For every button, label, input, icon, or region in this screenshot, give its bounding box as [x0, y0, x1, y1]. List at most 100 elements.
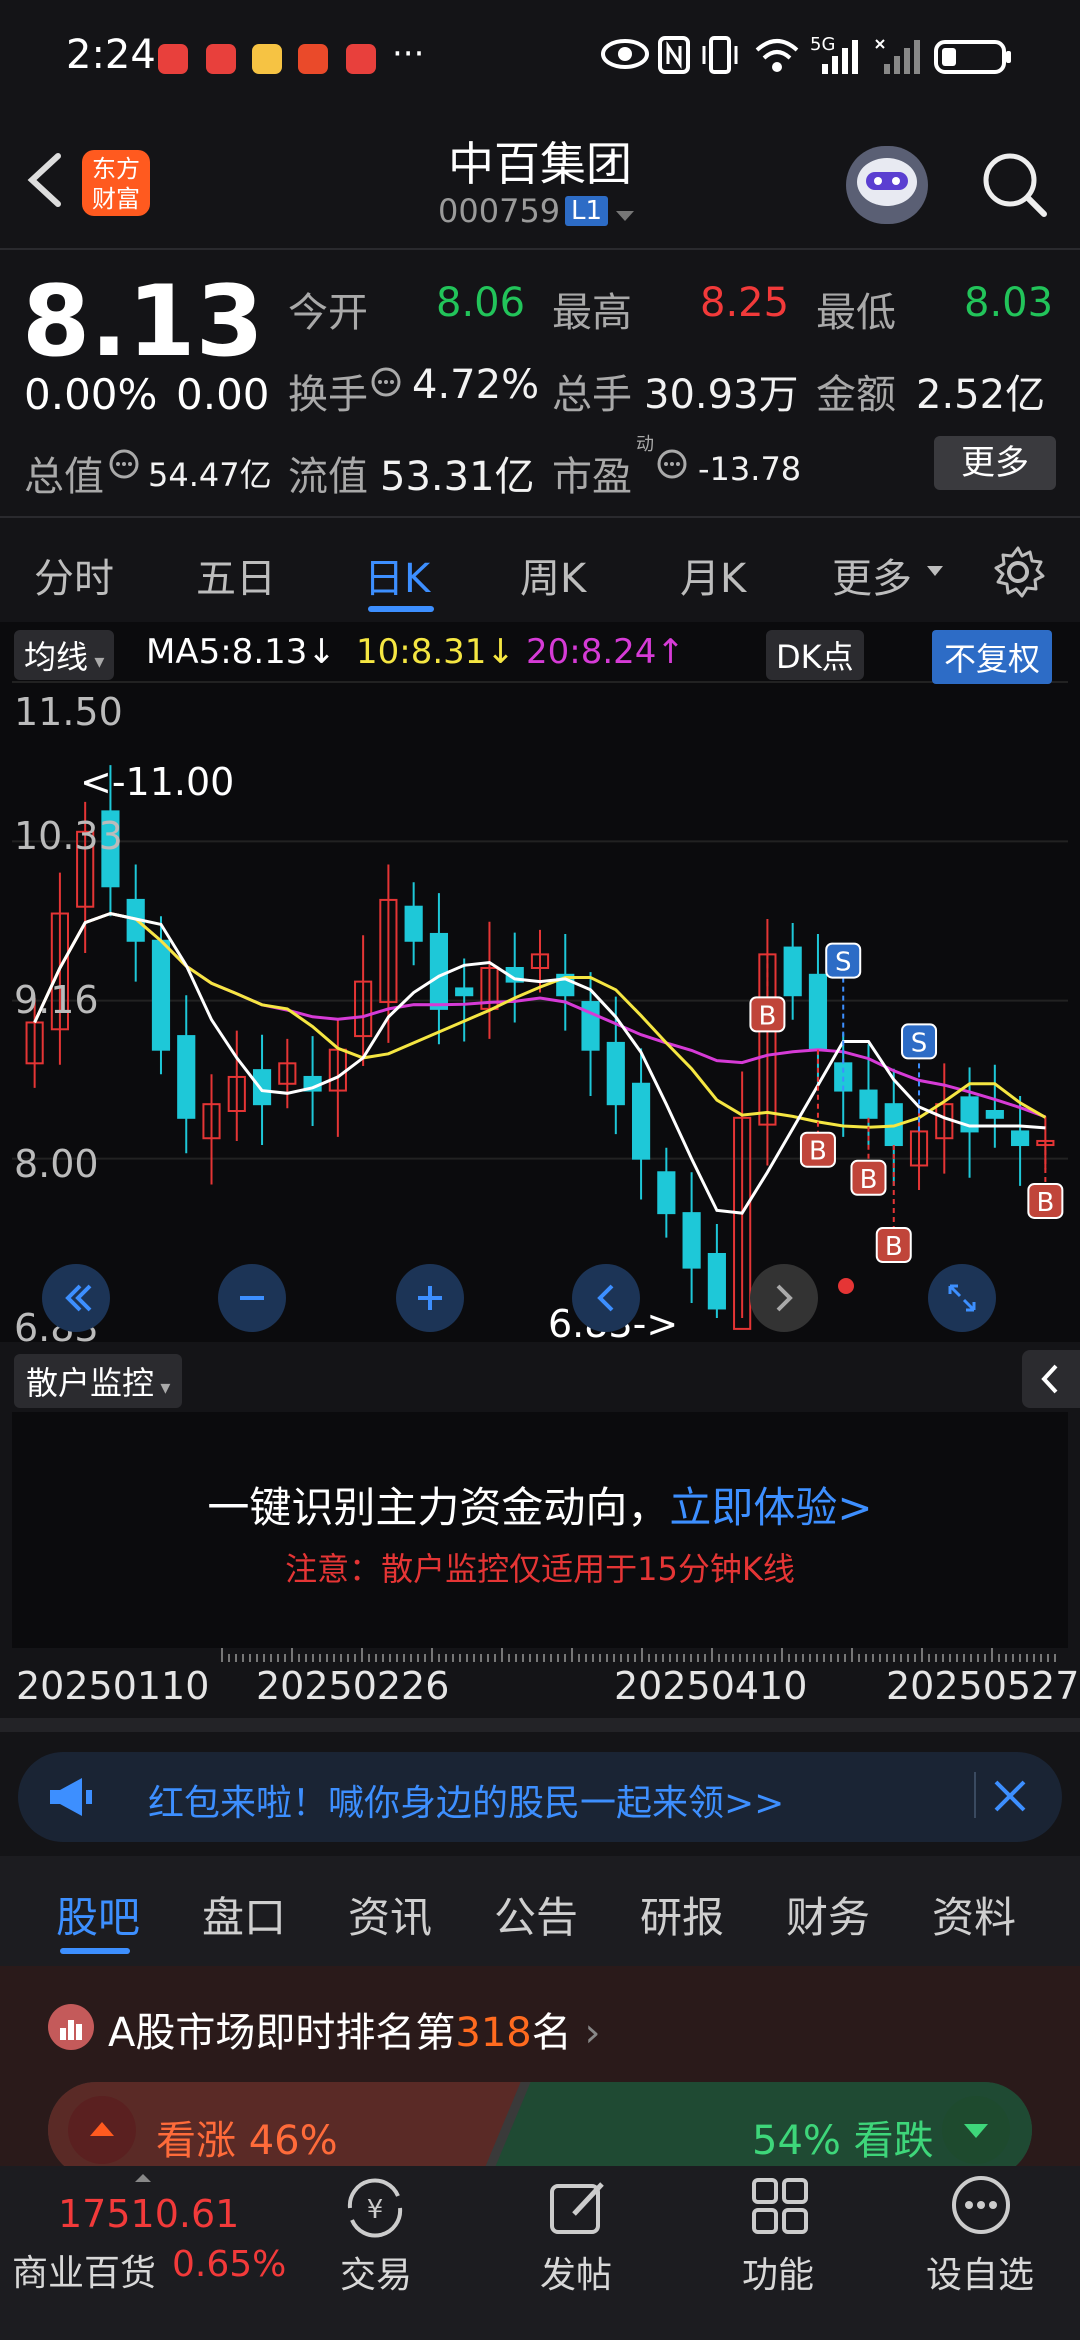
bullish-button[interactable] [68, 2096, 136, 2168]
nav-add-watchlist[interactable]: 设自选 [926, 2246, 1034, 2298]
tab-more[interactable]: 更多 [832, 546, 912, 604]
pe-dynamic-sup: 动 [636, 434, 654, 455]
tab-daily-k[interactable]: 日K [364, 546, 430, 604]
nav-trade[interactable]: 交易 [340, 2246, 412, 2298]
sector-name[interactable]: 商业百货 [12, 2244, 156, 2296]
volume-label: 总手 [552, 372, 632, 418]
more-circle-icon[interactable] [950, 2174, 1012, 2240]
zoom-out-icon[interactable] [218, 1264, 286, 1336]
date-label: 20250410 [614, 1664, 808, 1708]
high-label: 最高 [552, 290, 632, 336]
next-icon[interactable] [750, 1264, 818, 1336]
info-icon[interactable] [656, 448, 688, 484]
latest-dot [838, 1278, 854, 1294]
close-icon[interactable] [990, 1776, 1030, 1820]
prev-icon[interactable] [572, 1264, 640, 1336]
search-icon[interactable] [980, 150, 1050, 224]
signal-icon [874, 36, 924, 80]
bearish-button[interactable] [942, 2096, 1010, 2168]
bearish-label: 54% 看跌 [752, 2118, 934, 2164]
dk-point-toggle[interactable]: DK点 [766, 630, 864, 680]
y-tick: 8.00 [14, 1142, 99, 1186]
market-cap-value: 54.47亿 [148, 456, 272, 494]
eye-icon [600, 34, 650, 78]
vibrate-icon [700, 36, 740, 78]
candle-body [252, 1069, 272, 1106]
ranking-suffix: 名 [531, 2010, 572, 2056]
bullish-label: 看涨 46% [156, 2118, 338, 2164]
open-label: 今开 [288, 290, 368, 336]
collapse-panel-icon[interactable] [1022, 1350, 1080, 1408]
candle-body [429, 932, 449, 1010]
retail-promo-text: 一键识别主力资金动向， [207, 1483, 670, 1532]
kline-chart-area[interactable]: B B B B B S S [0, 622, 1080, 1342]
float-cap-label: 流值 [288, 454, 368, 500]
banner-divider [974, 1772, 976, 1818]
nav-functions[interactable]: 功能 [742, 2246, 814, 2298]
low-label: 最低 [816, 290, 896, 336]
candle-body [455, 987, 474, 997]
chevron-down-icon[interactable] [614, 208, 636, 227]
low-value: 8.03 [964, 280, 1054, 326]
tab-weekly-k[interactable]: 周K [520, 546, 586, 604]
tab-profile[interactable]: 资料 [932, 1884, 1016, 1945]
sector-change: 0.65% [172, 2244, 287, 2285]
info-tab-indicator [60, 1948, 130, 1954]
signal-5g-icon [812, 36, 860, 80]
wifi-icon [754, 36, 800, 78]
date-label: 20250226 [256, 1664, 450, 1708]
tab-order-book[interactable]: 盘口 [202, 1884, 286, 1945]
market-cap-label: 总值 [24, 454, 104, 500]
caret-up-icon [134, 2168, 152, 2187]
assistant-robot-avatar[interactable] [846, 146, 928, 224]
tab-guba[interactable]: 股吧 [56, 1884, 140, 1945]
retail-monitor-select[interactable]: 散户监控 ▾ [14, 1354, 183, 1408]
functions-icon[interactable] [750, 2176, 810, 2240]
huawei-app-icon-2 [346, 44, 376, 74]
rewind-icon[interactable] [42, 1264, 110, 1336]
candle-body [657, 1171, 676, 1215]
level-badge[interactable]: L1 [565, 196, 609, 226]
ma-select-label: 均线 [24, 638, 89, 676]
try-now-link[interactable]: 立即体验> [669, 1483, 872, 1532]
open-value: 8.06 [436, 280, 526, 326]
amount-label: 金额 [816, 372, 896, 418]
sector-index-value[interactable]: 17510.61 [58, 2192, 239, 2236]
app-notification-icon [158, 44, 188, 74]
pe-label: 市盈 [552, 454, 632, 500]
post-icon[interactable] [546, 2176, 610, 2244]
tab-news[interactable]: 资讯 [348, 1884, 432, 1945]
change-percent: 0.00% [24, 370, 158, 419]
header-divider [0, 248, 1080, 250]
section-gap [0, 1718, 1080, 1732]
tab-announcements[interactable]: 公告 [494, 1884, 578, 1945]
trade-icon[interactable]: ¥ [340, 2176, 410, 2244]
ma-select[interactable]: 均线 ▾ [14, 630, 115, 680]
zoom-in-icon[interactable] [396, 1264, 464, 1336]
info-icon[interactable] [370, 366, 402, 402]
volume-value: 30.93万 [644, 372, 799, 418]
banner-text[interactable]: 红包来啦！喊你身边的股民一起来领>> [148, 1774, 784, 1826]
tab-research[interactable]: 研报 [640, 1884, 724, 1945]
current-price: 8.13 [22, 265, 264, 379]
svg-text:¥: ¥ [367, 2195, 384, 2225]
candle-body [859, 1089, 878, 1119]
signal-label: B [885, 1232, 903, 1262]
info-icon[interactable] [108, 448, 140, 484]
nav-post[interactable]: 发帖 [540, 2246, 612, 2298]
adjust-toggle[interactable]: 不复权 [932, 630, 1053, 684]
timeline-ruler [12, 1648, 1068, 1664]
settings-gear-icon[interactable] [990, 544, 1046, 604]
more-button[interactable]: 更多 [934, 436, 1056, 490]
tab-active-indicator [368, 606, 434, 612]
kline-chart-svg: B B B B B S S [12, 681, 1068, 1330]
ranking-line[interactable]: A股市场即时排名第318名 › [108, 2000, 600, 2058]
tab-monthly-k[interactable]: 月K [680, 546, 746, 604]
tab-intraday[interactable]: 分时 [34, 546, 114, 604]
fullscreen-icon[interactable] [928, 1264, 996, 1336]
change-value: 0.00 [176, 370, 270, 419]
ma20-value: 20:8.24↑ [526, 632, 685, 672]
tab-five-day[interactable]: 五日 [196, 546, 276, 604]
tab-financials[interactable]: 财务 [786, 1884, 870, 1945]
signal-label: B [809, 1137, 827, 1167]
